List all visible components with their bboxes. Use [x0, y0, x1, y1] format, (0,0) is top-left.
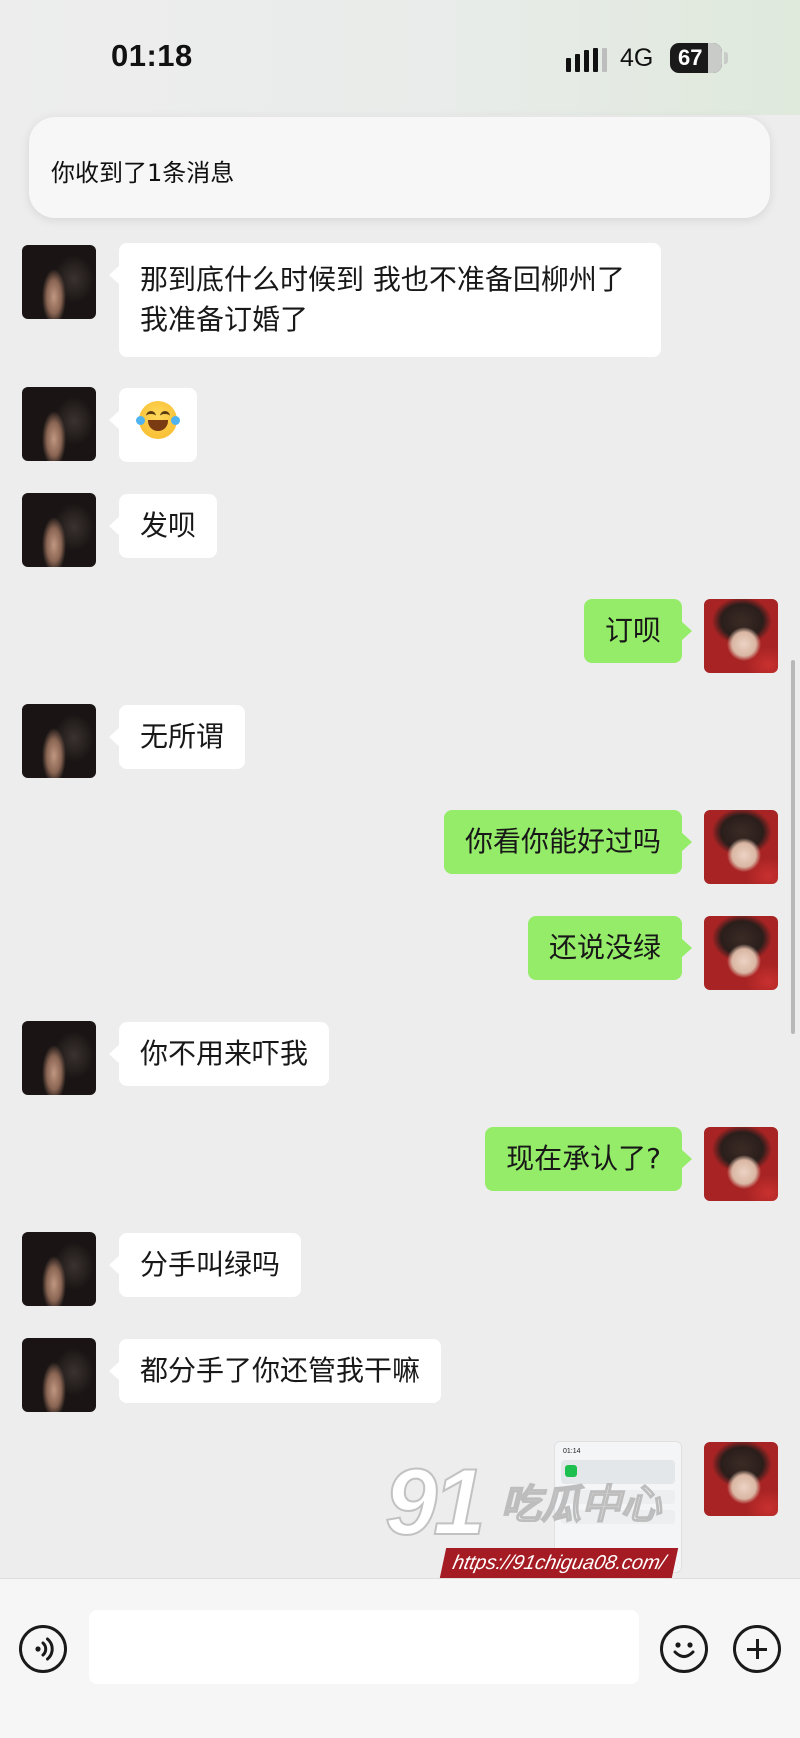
contact-avatar[interactable]: [22, 1021, 96, 1095]
notification-banner[interactable]: 你收到了1条消息: [29, 117, 770, 218]
voice-button[interactable]: [19, 1625, 67, 1673]
contact-avatar[interactable]: [22, 387, 96, 461]
watermark-number: 91: [384, 1449, 487, 1554]
message-text: 都分手了你还管我干嘛: [140, 1354, 421, 1387]
emoji-button[interactable]: [660, 1625, 708, 1673]
smiley-icon: [673, 1642, 695, 1658]
user-avatar[interactable]: [704, 599, 778, 673]
voice-icon: [35, 1637, 54, 1661]
user-avatar[interactable]: [704, 1442, 778, 1516]
image-thumbnail-time: 01:14: [563, 1448, 581, 1455]
message-bubble[interactable]: 还说没绿: [527, 916, 693, 980]
message-text: 订呗: [604, 614, 661, 647]
watermark-url: https://91chigua08.com/: [439, 1548, 679, 1578]
contact-avatar[interactable]: [22, 493, 96, 567]
contact-avatar[interactable]: [22, 1338, 96, 1412]
laughing-emoji-icon: [136, 401, 180, 439]
user-avatar[interactable]: [704, 810, 778, 884]
more-options-button[interactable]: [733, 1625, 781, 1673]
watermark: 91 吃瓜中心 https://91chigua08.com/: [384, 1449, 685, 1578]
message-text: 你看你能好过吗: [464, 825, 661, 858]
message-bubble[interactable]: [109, 388, 197, 462]
user-avatar[interactable]: [704, 916, 778, 990]
message-bubble[interactable]: 都分手了你还管我干嘛: [108, 1339, 442, 1403]
message-text: 你不用来吓我: [140, 1037, 309, 1070]
message-text: 分手叫绿吗: [140, 1248, 281, 1281]
contact-avatar[interactable]: [22, 704, 96, 778]
notification-text: 你收到了1条消息: [51, 159, 235, 187]
message-bubble[interactable]: 无所谓: [108, 705, 246, 769]
message-text: 发呗: [140, 509, 197, 542]
message-text: 那到底什么时候到 我也不准备回柳州了 我准备订婚了: [140, 263, 625, 336]
message-bubble[interactable]: 那到底什么时候到 我也不准备回柳州了 我准备订婚了: [109, 243, 661, 357]
message-text: 现在承认了?: [506, 1142, 661, 1175]
watermark-brand: 吃瓜中心: [500, 1482, 662, 1528]
message-bubble[interactable]: 你不用来吓我: [108, 1022, 330, 1086]
message-bubble[interactable]: 订呗: [583, 599, 693, 663]
contact-avatar[interactable]: [22, 1232, 96, 1306]
input-bar: [0, 1578, 800, 1738]
message-text: 无所谓: [140, 720, 225, 753]
user-avatar[interactable]: [704, 1127, 778, 1201]
contact-avatar[interactable]: [22, 245, 96, 319]
scrollbar[interactable]: [791, 660, 795, 1034]
message-text: 还说没绿: [548, 931, 661, 964]
message-bubble[interactable]: 分手叫绿吗: [108, 1233, 302, 1297]
chat-area: 那到底什么时候到 我也不准备回柳州了 我准备订婚了 发呗 订呗 无所谓 你看你能…: [0, 0, 800, 1738]
message-bubble[interactable]: 发呗: [108, 494, 218, 558]
message-input[interactable]: [89, 1610, 639, 1684]
message-bubble[interactable]: 现在承认了?: [485, 1127, 692, 1191]
message-bubble[interactable]: 你看你能好过吗: [443, 810, 693, 874]
